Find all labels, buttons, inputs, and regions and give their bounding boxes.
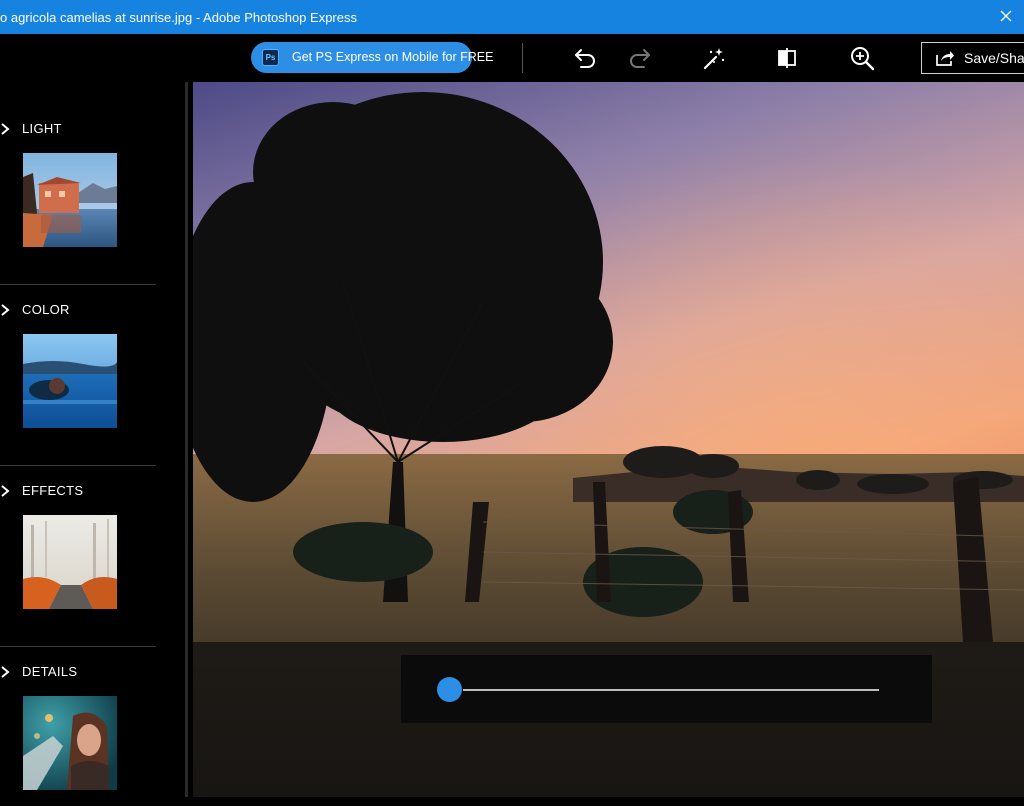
undo-button[interactable]: [572, 44, 600, 72]
sidebar-divider: [185, 82, 188, 797]
slider-track[interactable]: [463, 689, 879, 691]
category-label: COLOR: [22, 302, 70, 317]
light-thumbnail[interactable]: [23, 153, 117, 247]
redo-icon: [630, 49, 650, 68]
toolbar: Ps Get PS Express on Mobile for FREE Sav…: [0, 34, 1024, 82]
undo-icon: [575, 49, 595, 68]
category-effects[interactable]: EFFECTS: [0, 444, 156, 647]
adjustments-sidebar: LIGHT COLOR EFFECTS DETAILS: [0, 82, 188, 797]
chevron-right-icon: [1, 485, 10, 497]
title-bar: o agricola camelias at sunrise.jpg - Ado…: [0, 0, 1024, 34]
color-thumbnail[interactable]: [23, 334, 117, 428]
get-ps-express-mobile-button[interactable]: Ps Get PS Express on Mobile for FREE: [251, 42, 493, 73]
promo-label: Get PS Express on Mobile for FREE: [292, 50, 494, 64]
share-icon: [936, 51, 954, 66]
chevron-right-icon: [1, 123, 10, 135]
details-thumbnail[interactable]: [23, 696, 117, 790]
effects-thumbnail[interactable]: [23, 515, 117, 609]
save-share-button[interactable]: Save/Sha: [921, 42, 1024, 74]
category-color[interactable]: COLOR: [0, 263, 156, 466]
chevron-right-icon: [1, 304, 10, 316]
category-details[interactable]: DETAILS: [0, 625, 156, 806]
auto-fix-magic-wand-icon: [703, 48, 725, 70]
close-icon[interactable]: [996, 6, 1016, 26]
category-light[interactable]: LIGHT: [0, 82, 156, 285]
toolbar-divider: [522, 43, 523, 73]
zoom-button[interactable]: [848, 44, 876, 72]
auto-fix-button[interactable]: [700, 44, 728, 72]
save-share-label: Save/Sha: [964, 50, 1024, 66]
window-title: o agricola camelias at sunrise.jpg - Ado…: [0, 10, 357, 25]
chevron-right-icon: [1, 666, 10, 678]
category-label: EFFECTS: [22, 483, 84, 498]
redo-button[interactable]: [625, 44, 653, 72]
compare-button[interactable]: [773, 44, 801, 72]
slider-thumb[interactable]: [437, 677, 462, 702]
category-label: DETAILS: [22, 664, 78, 679]
ps-logo-icon: Ps: [262, 49, 279, 66]
zoom-in-icon: [851, 47, 875, 71]
compare-icon: [778, 48, 796, 68]
category-label: LIGHT: [22, 121, 62, 136]
